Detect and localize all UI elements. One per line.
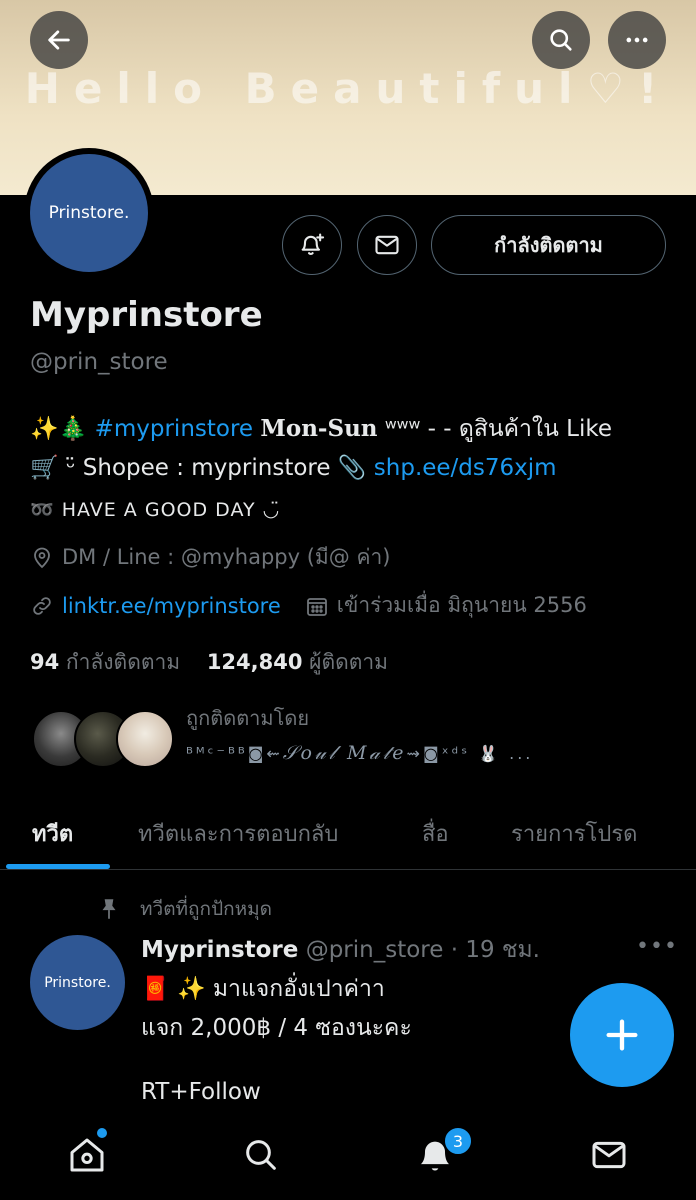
bell-plus-icon	[301, 233, 325, 255]
joined-date: เข้าร่วมเมื่อ มิถุนายน 2556	[336, 593, 587, 617]
home-icon	[70, 1138, 104, 1172]
plus-icon	[606, 1019, 638, 1051]
bio-line-2: 🛒 ᵕ̈ Shopee : myprinstore 📎 shp.ee/ds76x…	[30, 454, 557, 481]
bio-line-1: ✨🎄 #myprinstore Mon-Sun ʷʷʷ - - ดูสินค้า…	[30, 411, 612, 447]
following-count: 94	[30, 650, 60, 674]
following-label: กำลังติดตาม	[65, 650, 181, 674]
display-name: Myprinstore	[30, 295, 263, 335]
more-horizontal-icon	[626, 37, 648, 43]
followed-by-avatars[interactable]	[32, 710, 174, 768]
calendar-icon	[306, 597, 327, 616]
website-joined-row: linktr.ee/myprinstore เข้าร่วมเมื่อ มิถุ…	[30, 589, 587, 622]
tweet-header: Myprinstore @prin_store · 19 ชม.	[141, 932, 540, 968]
bio-hashtag-link[interactable]: #myprinstore	[95, 416, 253, 442]
home-new-content-dot	[97, 1128, 107, 1138]
active-tab-indicator	[6, 864, 110, 869]
more-options-button[interactable]	[608, 11, 666, 69]
follow-stats: 94 กำลังติดตาม 124,840 ผู้ติดตาม	[30, 646, 388, 679]
envelope-icon	[592, 1141, 626, 1169]
tweet-author-avatar[interactable]: Prinstore.	[30, 935, 125, 1030]
profile-avatar[interactable]: Prinstore.	[24, 148, 154, 278]
pinned-label: ทวีตที่ถูกปักหมุด	[140, 898, 273, 920]
followed-by-names[interactable]: ᴮᴹᶜ⁻ᴮᴮ◙⇜𝒮𝑜𝓊𝓁 𝑀𝒶𝓉𝑒⇝◙ˣᵈˢ 🐰 ...	[186, 742, 533, 764]
message-button[interactable]	[357, 215, 417, 275]
nav-messages[interactable]	[584, 1130, 634, 1180]
banner-text: Hello Beautiful♡!	[24, 64, 672, 113]
bio-emoji: ✨🎄	[30, 416, 88, 442]
profile-tabs: ทวีต ทวีตและการตอบกลับ สื่อ รายการโปรด	[0, 800, 696, 870]
compose-tweet-button[interactable]	[570, 983, 674, 1087]
bottom-navigation	[0, 1110, 696, 1200]
envelope-icon	[375, 235, 399, 255]
username-handle: @prin_store	[30, 349, 168, 375]
location-row: DM / Line : @myhappy (มี@ ค่า)	[30, 541, 390, 574]
tab-media[interactable]: สื่อ	[422, 816, 449, 851]
bio-shop-link[interactable]: shp.ee/ds76xjm	[374, 455, 557, 481]
tweet-author-meta: @prin_store · 19 ชม.	[305, 937, 540, 963]
pin-icon	[102, 899, 116, 919]
link-icon	[33, 596, 51, 615]
nav-search[interactable]	[236, 1130, 286, 1180]
followed-by-label: ถูกติดตามโดย	[186, 706, 310, 730]
follower-avatar	[116, 710, 174, 768]
followers-count: 124,840	[206, 650, 303, 674]
following-button[interactable]: กำลังติดตาม	[431, 215, 666, 275]
notifications-subscribe-button[interactable]	[282, 215, 342, 275]
tweet-text-line-2: แจก 2,000฿ / 4 ซองนะคะ	[141, 1015, 412, 1041]
tweet-text-line-3: RT+Follow	[141, 1079, 261, 1105]
avatar-text: Prinstore.	[30, 154, 148, 272]
tab-tweets-replies[interactable]: ทวีตและการตอบกลับ	[138, 816, 338, 851]
website-link[interactable]: linktr.ee/myprinstore	[62, 594, 281, 618]
followers-stat[interactable]: 124,840 ผู้ติดตาม	[207, 650, 388, 674]
followers-label: ผู้ติดตาม	[309, 650, 389, 674]
location-text: DM / Line : @myhappy (มี@ ค่า)	[62, 545, 391, 569]
tab-likes[interactable]: รายการโปรด	[511, 816, 637, 851]
bio-shopee-text: 🛒 ᵕ̈ Shopee : myprinstore 📎	[30, 455, 367, 481]
pinned-label-row: ทวีตที่ถูกปักหมุด	[96, 894, 272, 924]
tweet-more-button[interactable]: •••	[636, 934, 678, 959]
search-icon	[550, 29, 572, 51]
notifications-badge: 3	[443, 1126, 473, 1156]
nav-home[interactable]	[62, 1130, 112, 1180]
search-button[interactable]	[532, 11, 590, 69]
followed-name-b: 𝒮𝑜𝓊𝓁 𝑀𝒶𝓉𝑒	[282, 742, 407, 764]
bio-line-3: ➿ HAVE A GOOD DAY ◡̈	[30, 499, 281, 521]
location-pin-icon	[34, 547, 50, 568]
tweet-author-name[interactable]: Myprinstore	[141, 937, 298, 963]
bio-line-1-rest: ʷʷʷ - - ดูสินค้าใน Like	[384, 416, 613, 442]
following-stat[interactable]: 94 กำลังติดตาม	[30, 650, 180, 674]
arrow-left-icon	[48, 30, 70, 50]
tweet-text-line-1: 🧧 ✨ มาแจกอั่งเปาค่าา	[141, 976, 385, 1002]
followed-name-a: ᴮᴹᶜ⁻ᴮᴮ◙⇜	[186, 744, 283, 763]
followed-name-c: ⇝◙ˣᵈˢ 🐰 ...	[406, 744, 534, 763]
back-button[interactable]	[30, 11, 88, 69]
bio-days: Mon-Sun	[260, 415, 378, 442]
search-icon	[246, 1140, 276, 1170]
tab-tweets[interactable]: ทวีต	[32, 816, 73, 851]
